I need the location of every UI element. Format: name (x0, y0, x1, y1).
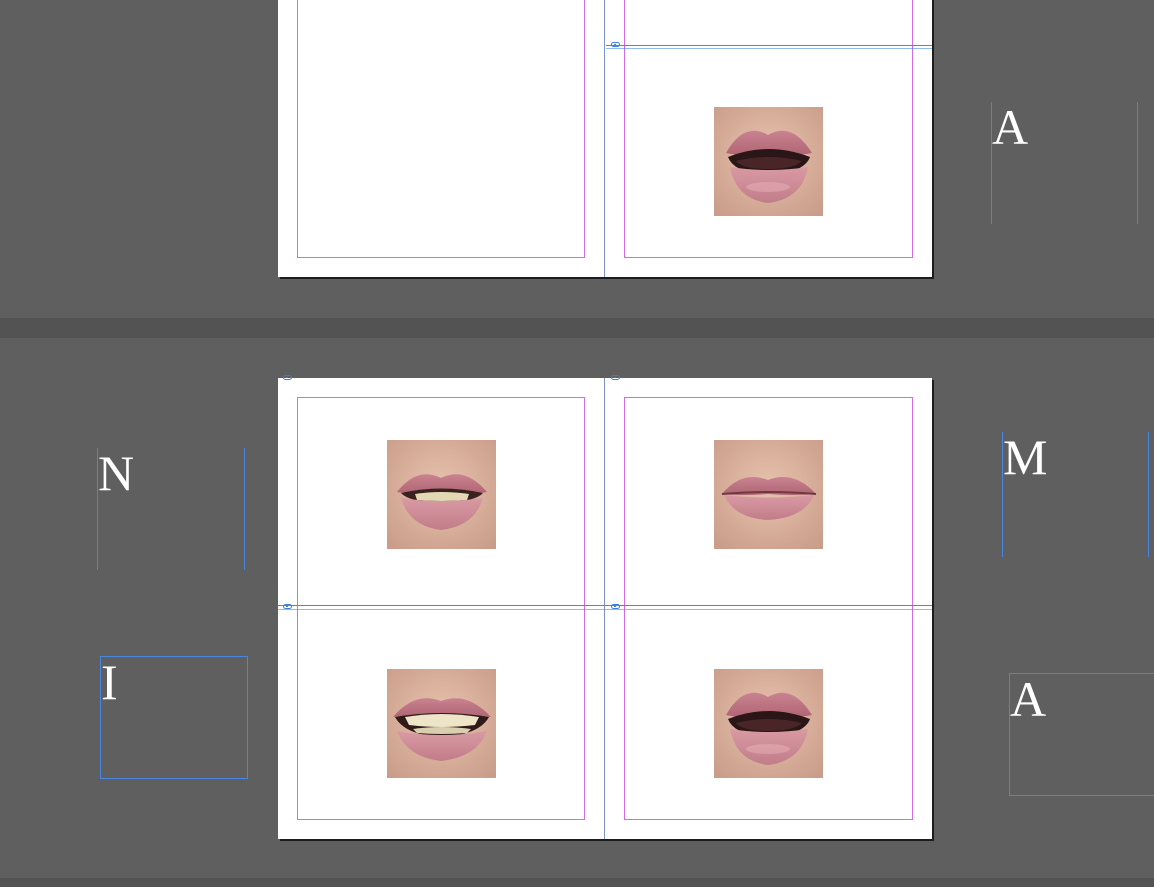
photo-frame[interactable] (387, 440, 496, 549)
text-frame-selected[interactable]: I (100, 656, 248, 779)
mouth-teeth-slight-icon (387, 440, 496, 549)
photo-frame[interactable] (714, 669, 823, 778)
spread-divider (0, 318, 1154, 338)
link-icon[interactable] (611, 604, 620, 609)
link-icon[interactable] (283, 375, 292, 380)
photo-frame[interactable] (387, 669, 496, 778)
letter-text[interactable]: A (1010, 674, 1046, 724)
mouth-smile-teeth-icon (387, 669, 496, 778)
spread-bottom[interactable] (278, 375, 932, 839)
photo-frame[interactable] (714, 107, 823, 216)
spread-top[interactable] (278, 0, 932, 277)
spread-divider-bottom (0, 878, 1154, 887)
horizontal-guide[interactable] (606, 48, 932, 49)
mouth-open-icon (714, 107, 823, 216)
link-icon[interactable] (283, 604, 292, 609)
text-frame[interactable]: A (991, 102, 1138, 224)
text-frame[interactable]: M (1002, 432, 1149, 557)
mouth-open-icon (714, 669, 823, 778)
text-frame[interactable]: N (97, 448, 245, 570)
photo-frame[interactable] (714, 440, 823, 549)
horizontal-guide[interactable] (606, 45, 932, 46)
horizontal-guide[interactable] (278, 609, 932, 610)
letter-text[interactable]: A (992, 102, 1028, 152)
horizontal-guide[interactable] (278, 605, 932, 606)
text-frame-selected[interactable]: A (1009, 673, 1154, 796)
margin-guide-left-page (297, 0, 585, 258)
spread-spine (604, 0, 605, 277)
link-icon[interactable] (611, 375, 620, 380)
mouth-closed-icon (714, 440, 823, 549)
letter-text[interactable]: M (1003, 432, 1047, 482)
link-icon[interactable] (611, 42, 620, 47)
letter-text[interactable]: I (101, 657, 118, 707)
pasteboard[interactable]: A N I M A (0, 0, 1154, 887)
letter-text[interactable]: N (98, 448, 134, 498)
